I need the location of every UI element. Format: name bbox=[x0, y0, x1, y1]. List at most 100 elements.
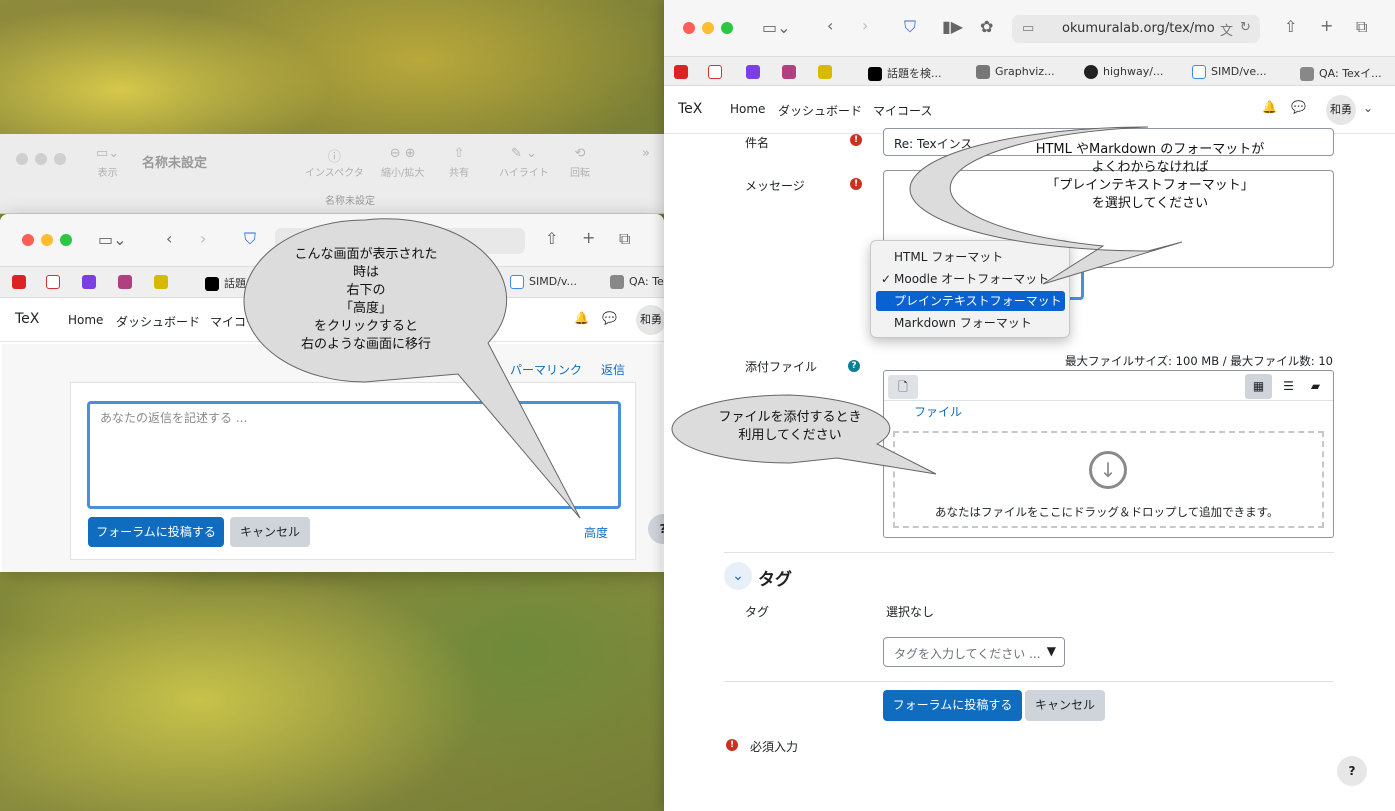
zoom-button[interactable]: ⊖ ⊕ 縮小/拡大 bbox=[381, 146, 424, 179]
advanced-link[interactable]: 高度 bbox=[584, 524, 608, 541]
new-tab-icon[interactable]: + bbox=[1320, 16, 1333, 35]
bell-icon[interactable]: 🔔 bbox=[574, 311, 589, 325]
grid-view-icon[interactable]: ▦ bbox=[1245, 374, 1272, 399]
collapse-chevron-icon[interactable]: ⌄ bbox=[724, 562, 752, 590]
url-bar[interactable]: ▭ okumuralab.org/tex/mo 文 ↻ bbox=[1012, 15, 1260, 43]
nav-home[interactable]: Home bbox=[68, 313, 103, 327]
inspector-button[interactable]: ⓘ インスペクタ bbox=[305, 146, 364, 179]
site-brand[interactable]: TeX bbox=[678, 101, 702, 117]
sidebar-toggle-icon[interactable]: ▭⌄ bbox=[762, 18, 791, 37]
list-view-icon[interactable]: ☰ bbox=[1275, 374, 1302, 399]
shield-icon[interactable]: ⛉ bbox=[244, 229, 256, 249]
tab-github[interactable]: highway/... bbox=[1084, 65, 1163, 79]
tab-google[interactable]: SIMD/ve... bbox=[1192, 65, 1267, 79]
url-text: okumuralab.org/tex/mo bbox=[1062, 21, 1215, 36]
chat-icon[interactable]: 💬 bbox=[1291, 100, 1306, 114]
subject-input[interactable]: Re: Texインス bbox=[883, 128, 1334, 156]
favorite-5[interactable] bbox=[154, 275, 173, 289]
url-bar[interactable] bbox=[275, 228, 525, 254]
document-title: 名称未設定 bbox=[142, 156, 208, 171]
highlight-button[interactable]: ✎ ⌄ ハイライト bbox=[499, 146, 549, 179]
browser-toolbar: ▭⌄ ‹ › ⛉ ▮▶ ✿ ▭ okumuralab.org/tex/mo 文 … bbox=[664, 0, 1395, 56]
reload-icon[interactable]: ↻ bbox=[1240, 20, 1251, 35]
nav-mycourses[interactable]: マイコー bbox=[210, 313, 258, 330]
new-tab-icon[interactable]: + bbox=[582, 228, 595, 247]
avatar[interactable]: 和勇 bbox=[1326, 95, 1356, 125]
required-note: 必須入力 bbox=[750, 740, 799, 754]
post-button[interactable]: フォーラムに投稿する bbox=[88, 517, 224, 547]
avatar[interactable]: 和勇 bbox=[636, 305, 664, 335]
tab-x[interactable]: 話題を検... bbox=[868, 65, 942, 81]
favorite-3[interactable] bbox=[746, 65, 765, 79]
format-dropdown-menu: HTML フォーマット ✓ Moodle オートフォーマット プレインテキストフォ… bbox=[870, 240, 1070, 338]
rotate-button[interactable]: ⟲ 回転 bbox=[570, 146, 590, 179]
translate-icon[interactable]: 文 bbox=[1220, 20, 1233, 39]
more-icon[interactable]: » bbox=[642, 146, 650, 164]
share-icon[interactable]: ⇧ bbox=[1284, 17, 1297, 36]
window-controls[interactable] bbox=[683, 22, 740, 37]
files-link[interactable]: ファイル bbox=[914, 403, 962, 420]
share-button[interactable]: ⇧ 共有 bbox=[449, 146, 469, 179]
reply-link[interactable]: 返信 bbox=[601, 361, 625, 378]
window-controls[interactable] bbox=[22, 234, 79, 249]
tab-overview-icon[interactable]: ⧉ bbox=[619, 229, 630, 249]
share-icon[interactable]: ⇧ bbox=[545, 229, 558, 248]
menu-item-html[interactable]: HTML フォーマット bbox=[876, 247, 1065, 267]
tab-overview-icon[interactable]: ⧉ bbox=[1356, 17, 1367, 37]
help-button[interactable]: ? bbox=[1337, 756, 1367, 786]
window-controls[interactable] bbox=[16, 153, 73, 168]
favorite-5[interactable] bbox=[818, 65, 837, 79]
nav-dashboard[interactable]: ダッシュボード bbox=[778, 102, 862, 119]
tags-input[interactable]: タグを入力してください ... ▼ bbox=[883, 637, 1065, 667]
sidebar-icon[interactable]: ▭⌄ 表示 bbox=[96, 146, 119, 179]
menu-item-plain-text[interactable]: プレインテキストフォーマット bbox=[876, 291, 1065, 311]
menu-item-moodle-auto[interactable]: ✓ Moodle オートフォーマット bbox=[876, 269, 1065, 289]
help-icon[interactable]: ? bbox=[848, 360, 860, 372]
favorite-4[interactable] bbox=[118, 275, 137, 289]
file-picker: 🗋 ▦ ☰ ▰ ファイル ↓ あなたはファイルをここにドラッグ＆ドロップして追加… bbox=[883, 370, 1334, 538]
nav-home[interactable]: Home bbox=[730, 102, 765, 116]
add-file-icon[interactable]: 🗋 bbox=[888, 375, 918, 399]
extension-icon[interactable]: ✿ bbox=[980, 17, 993, 36]
folder-icon[interactable]: ▰ bbox=[1302, 374, 1329, 399]
menu-item-markdown[interactable]: Markdown フォーマット bbox=[876, 313, 1065, 333]
tab-qa[interactable]: QA: Texイ... bbox=[1300, 65, 1382, 81]
main-browser-window: ▭⌄ ‹ › ⛉ ▮▶ ✿ ▭ okumuralab.org/tex/mo 文 … bbox=[664, 0, 1395, 811]
tab-google[interactable]: SIMD/v... bbox=[510, 275, 577, 289]
favorite-1[interactable] bbox=[674, 65, 693, 79]
dropdown-arrow-icon[interactable]: ▼ bbox=[1047, 644, 1056, 658]
help-button[interactable]: ? bbox=[648, 514, 664, 544]
shield-icon[interactable]: ⛉ bbox=[904, 17, 916, 37]
tab-graphviz[interactable]: Graphviz... bbox=[976, 65, 1055, 79]
drop-zone[interactable]: ↓ あなたはファイルをここにドラッグ＆ドロップして追加できます。 bbox=[893, 431, 1324, 528]
forward-icon[interactable]: › bbox=[200, 229, 206, 248]
post-button[interactable]: フォーラムに投稿する bbox=[883, 690, 1022, 721]
reader-icon[interactable]: ▮▶ bbox=[942, 17, 963, 36]
back-icon[interactable]: ‹ bbox=[827, 16, 833, 35]
chat-icon[interactable]: 💬 bbox=[602, 311, 617, 325]
reply-textarea[interactable]: あなたの返信を記述する ... bbox=[87, 401, 621, 509]
cancel-button[interactable]: キャンセル bbox=[1025, 690, 1105, 721]
favorite-1[interactable] bbox=[12, 275, 31, 289]
drop-text: あなたはファイルをここにドラッグ＆ドロップして追加できます。 bbox=[935, 505, 1279, 519]
bell-icon[interactable]: 🔔 bbox=[1262, 100, 1277, 114]
tags-section-title[interactable]: タグ bbox=[758, 565, 792, 590]
favorite-2[interactable] bbox=[708, 65, 727, 79]
site-brand[interactable]: TeX bbox=[15, 311, 39, 327]
tab-qa[interactable]: QA: Te bbox=[610, 275, 664, 289]
cancel-button[interactable]: キャンセル bbox=[230, 517, 310, 547]
subject-label: 件名 bbox=[745, 136, 770, 150]
nav-mycourses[interactable]: マイコース bbox=[873, 102, 932, 119]
nav-dashboard[interactable]: ダッシュボード bbox=[116, 313, 200, 330]
tab-x[interactable]: 話題を bbox=[205, 275, 257, 291]
message-label: メッセージ bbox=[745, 179, 805, 193]
favorite-3[interactable] bbox=[82, 275, 101, 289]
back-icon[interactable]: ‹ bbox=[166, 229, 172, 248]
download-icon: ↓ bbox=[1089, 451, 1127, 489]
favorite-2[interactable] bbox=[46, 275, 65, 289]
sidebar-toggle-icon[interactable]: ▭⌄ bbox=[98, 230, 127, 249]
permalink-link[interactable]: パーマリンク bbox=[510, 361, 582, 378]
favorite-4[interactable] bbox=[782, 65, 801, 79]
forward-icon[interactable]: › bbox=[862, 16, 868, 35]
chevron-down-icon[interactable]: ⌄ bbox=[1363, 101, 1373, 115]
